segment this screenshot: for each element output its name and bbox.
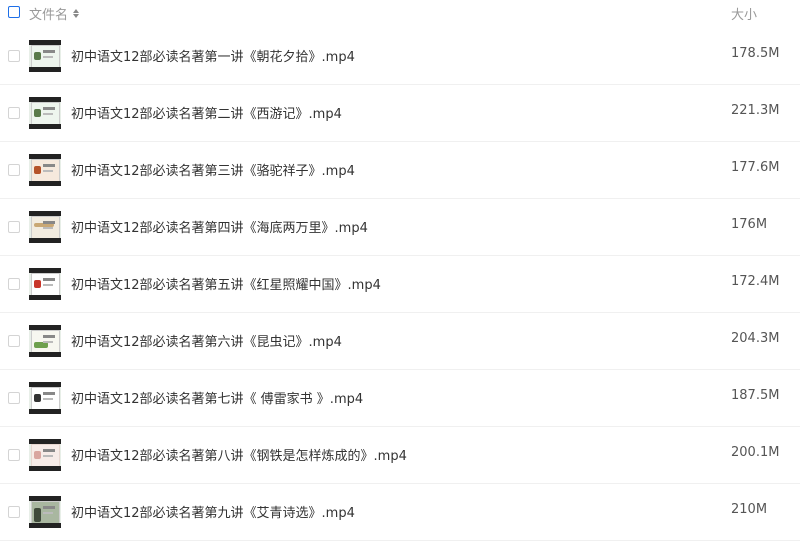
file-row[interactable]: 初中语文12部必读名著第九讲《艾青诗选》.mp4 210M (0, 484, 800, 541)
row-checkbox[interactable] (8, 164, 20, 176)
file-size: 221.3M (731, 103, 780, 118)
file-size: 187.5M (731, 388, 780, 403)
file-name[interactable]: 初中语文12部必读名著第八讲《钢铁是怎样炼成的》.mp4 (71, 445, 407, 464)
file-name[interactable]: 初中语文12部必读名著第九讲《艾青诗选》.mp4 (71, 502, 355, 521)
file-size: 177.6M (731, 160, 780, 175)
file-size: 204.3M (731, 331, 780, 346)
row-checkbox[interactable] (8, 506, 20, 518)
file-size: 210M (731, 502, 768, 517)
column-header-size[interactable]: 大小 (731, 4, 757, 23)
video-thumbnail-icon (29, 325, 61, 357)
row-checkbox[interactable] (8, 449, 20, 461)
video-thumbnail-icon (29, 154, 61, 186)
row-checkbox[interactable] (8, 221, 20, 233)
file-row[interactable]: 初中语文12部必读名著第一讲《朝花夕拾》.mp4 178.5M (0, 28, 800, 85)
file-name[interactable]: 初中语文12部必读名著第六讲《昆虫记》.mp4 (71, 331, 342, 350)
video-thumbnail-icon (29, 382, 61, 414)
column-header-filename[interactable]: 文件名 (29, 4, 80, 23)
file-size: 176M (731, 217, 768, 232)
video-thumbnail-icon (29, 439, 61, 471)
file-size: 178.5M (731, 46, 780, 61)
file-name[interactable]: 初中语文12部必读名著第二讲《西游记》.mp4 (71, 103, 342, 122)
file-row[interactable]: 初中语文12部必读名著第六讲《昆虫记》.mp4 204.3M (0, 313, 800, 370)
video-thumbnail-icon (29, 40, 61, 72)
file-row[interactable]: 初中语文12部必读名著第四讲《海底两万里》.mp4 176M (0, 199, 800, 256)
file-name[interactable]: 初中语文12部必读名著第一讲《朝花夕拾》.mp4 (71, 46, 355, 65)
file-list-header: 文件名 大小 (0, 0, 800, 28)
file-name[interactable]: 初中语文12部必读名著第三讲《骆驼祥子》.mp4 (71, 160, 355, 179)
file-row[interactable]: 初中语文12部必读名著第五讲《红星照耀中国》.mp4 172.4M (0, 256, 800, 313)
video-thumbnail-icon (29, 211, 61, 243)
file-row[interactable]: 初中语文12部必读名著第七讲《 傅雷家书 》.mp4 187.5M (0, 370, 800, 427)
file-row[interactable]: 初中语文12部必读名著第八讲《钢铁是怎样炼成的》.mp4 200.1M (0, 427, 800, 484)
video-thumbnail-icon (29, 268, 61, 300)
file-list: 初中语文12部必读名著第一讲《朝花夕拾》.mp4 178.5M 初中语文12部必… (0, 28, 800, 541)
row-checkbox[interactable] (8, 107, 20, 119)
file-name[interactable]: 初中语文12部必读名著第四讲《海底两万里》.mp4 (71, 217, 368, 236)
file-row[interactable]: 初中语文12部必读名著第二讲《西游记》.mp4 221.3M (0, 85, 800, 142)
row-checkbox[interactable] (8, 335, 20, 347)
row-checkbox[interactable] (8, 278, 20, 290)
row-checkbox[interactable] (8, 50, 20, 62)
sort-icon[interactable] (73, 9, 80, 18)
video-thumbnail-icon (29, 496, 61, 528)
file-row[interactable]: 初中语文12部必读名著第三讲《骆驼祥子》.mp4 177.6M (0, 142, 800, 199)
column-header-filename-label: 文件名 (29, 8, 69, 23)
row-checkbox[interactable] (8, 392, 20, 404)
video-thumbnail-icon (29, 97, 61, 129)
file-size: 172.4M (731, 274, 780, 289)
file-name[interactable]: 初中语文12部必读名著第五讲《红星照耀中国》.mp4 (71, 274, 381, 293)
file-name[interactable]: 初中语文12部必读名著第七讲《 傅雷家书 》.mp4 (71, 388, 363, 407)
select-all-checkbox[interactable] (8, 6, 20, 18)
file-size: 200.1M (731, 445, 780, 460)
